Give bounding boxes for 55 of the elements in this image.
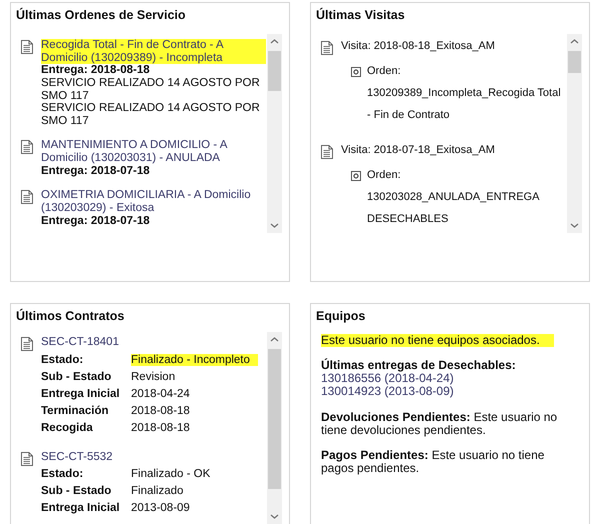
order-text: Orden: 130203028_ANULADA_ENTREGA DESECHABLES [367,168,540,227]
field-label: Sub - Estado [41,485,112,498]
field-label: Recogida [41,422,94,434]
order-icon [351,171,361,181]
field-value: Revision [131,370,176,384]
document-icon [21,190,33,204]
panel-title: Últimas Visitas [315,6,406,23]
scroll-thumb[interactable] [268,51,281,91]
field-value: 2013-08-09 [131,502,190,516]
field-value: Finalizado - OK [131,468,210,482]
section-heading: Últimas entregas de Desechables: [321,358,517,372]
order-note: SERVICIO REALIZADO 14 AGOSTO POR SMO 117 [41,76,261,102]
delivery-date: Entrega: 2018-08-18 [41,64,151,77]
field-label: Entrega Inicial [41,388,121,400]
contract-code: SEC-CT-18401 [41,336,120,349]
document-icon [21,140,33,154]
pending-note: Pagos Pendientes: Este usuario no tiene pagos pendientes. [321,448,546,476]
delivery-date: Entrega: 2018-07-18 [41,164,151,178]
document-icon [321,41,333,55]
disposable-link[interactable]: 130186556 (2018-04-24) [321,372,579,386]
panel-title: Equipos [315,308,366,324]
order-link[interactable]: MANTENIMIENTO A DOMICILIO - A Domicilio (130203031) - ANULADA [41,139,266,165]
field-value: Finalizado - Incompleto [131,354,258,366]
document-icon [21,452,33,466]
field-value: 2018-08-18 [131,422,190,434]
field-value: Finalizado [131,485,184,498]
scroll-thumb[interactable] [268,349,281,489]
order-icon [351,67,361,77]
equipment-message: Este usuario no tiene equipos asociados. [321,334,554,347]
scroll-thumb[interactable] [568,51,581,73]
visit-title: Visita: 2018-07-18_Exitosa_AM [341,144,495,158]
panel-title: Últimas Ordenes de Servicio [15,6,187,23]
field-label: Estado: [41,468,84,482]
document-icon [21,337,33,351]
pending-note: Devoluciones Pendientes: Este usuario no tiene devoluciones pendientes. [321,410,558,437]
document-icon [321,145,333,159]
scrollbar[interactable] [567,34,582,233]
contract-code: SEC-CT-5532 [41,450,114,464]
order-text: Orden: 130209389_Incompleta_Recogida Total - Fin de Contrato [367,64,562,123]
disposable-link[interactable]: 130014923 (2013-08-09) [321,385,579,398]
order-link[interactable]: Recogida Total - Fin de Contrato - A Domicilio (130209389) - Incompleta [41,39,266,64]
order-link[interactable]: OXIMETRIA DOMICILIARIA - A Domicilio (130203029) - Exitosa [41,189,266,215]
field-label: Entrega Inicial [41,502,121,516]
field-label: Estado: [41,354,84,366]
scrollbar[interactable] [267,34,282,233]
order-note: SERVICIO REALIZADO 14 AGOSTO POR SMO 117 [41,102,261,128]
scrollbar[interactable] [267,332,282,524]
panel-title: Últimos Contratos [15,308,126,324]
document-icon [21,40,33,54]
field-label: Sub - Estado [41,370,112,384]
field-value: 2018-08-18 [131,404,190,418]
delivery-date: Entrega: 2018-07-18 [41,214,151,228]
visit-title: Visita: 2018-08-18_Exitosa_AM [341,40,495,54]
field-value: 2018-04-24 [131,388,190,400]
field-label: Terminación [41,404,110,418]
